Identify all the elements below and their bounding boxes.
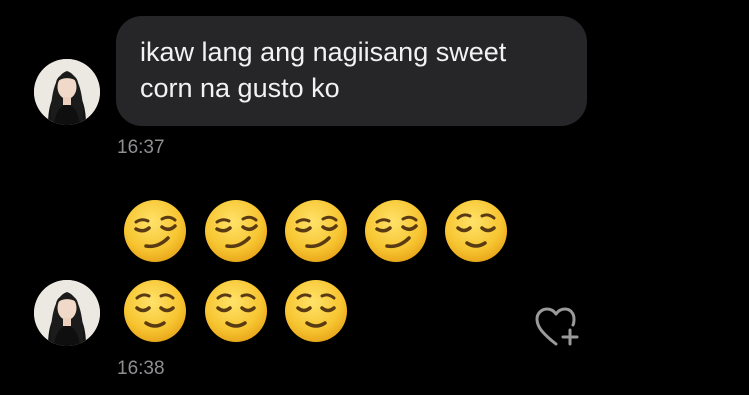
smirking-face-emoji: [122, 198, 188, 264]
heart-plus-icon[interactable]: [533, 300, 583, 350]
relieved-face-emoji: [443, 198, 509, 264]
avatar-photo: [34, 280, 100, 346]
smirking-face-emoji: [203, 198, 269, 264]
relieved-face-emoji: [283, 278, 349, 344]
message-bubble[interactable]: ikaw lang ang nagiisang sweet corn na gu…: [116, 16, 587, 126]
smirking-face-emoji: [363, 198, 429, 264]
relieved-face-emoji: [122, 278, 188, 344]
avatar[interactable]: [34, 280, 100, 346]
avatar[interactable]: [34, 59, 100, 125]
relieved-face-emoji: [203, 278, 269, 344]
avatar-photo: [34, 59, 100, 125]
smirking-face-emoji: [283, 198, 349, 264]
message-text: ikaw lang ang nagiisang sweet corn na gu…: [140, 37, 507, 103]
message-timestamp: 16:38: [117, 358, 165, 379]
message-timestamp: 16:37: [117, 137, 165, 158]
